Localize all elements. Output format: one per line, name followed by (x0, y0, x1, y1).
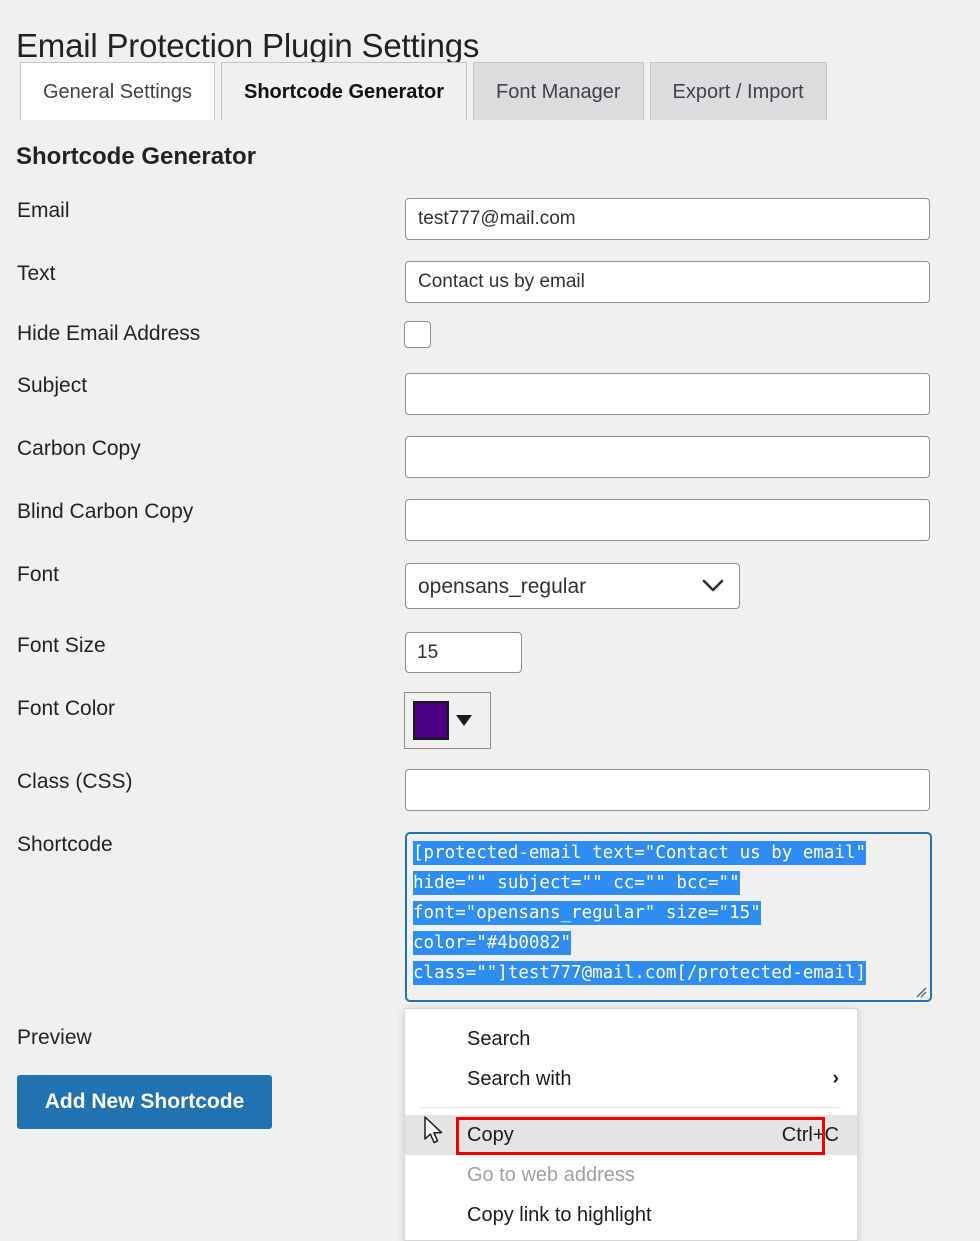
label-shortcode: Shortcode (17, 833, 113, 856)
label-class-css: Class (CSS) (17, 770, 133, 793)
carbon-copy-input[interactable] (405, 436, 930, 478)
tab-shortcode-generator-label: Shortcode Generator (243, 80, 445, 103)
settings-page: Email Protection Plugin Settings General… (0, 0, 980, 1241)
email-input[interactable] (405, 198, 930, 240)
font-color-picker[interactable] (404, 692, 491, 749)
text-input[interactable] (405, 261, 930, 303)
font-size-input[interactable] (405, 632, 522, 673)
shortcode-textarea[interactable]: [protected-email text="Contact us by ema… (405, 832, 932, 1002)
context-menu: Search Search with › Copy Ctrl+C Go to w… (404, 1008, 858, 1241)
chevron-right-icon: › (832, 1068, 839, 1089)
label-font-color: Font Color (17, 697, 116, 720)
context-menu-item-search-with-label: Search with (467, 1067, 572, 1090)
subject-input[interactable] (405, 373, 930, 415)
context-menu-item-copy-shortcut: Ctrl+C (781, 1123, 839, 1146)
context-menu-item-copy-link-to-highlight-label: Copy link to highlight (467, 1203, 652, 1226)
section-title: Shortcode Generator (16, 143, 257, 170)
shortcode-line: color="#4b0082" (413, 931, 572, 955)
add-new-shortcode-button[interactable]: Add New Shortcode (17, 1075, 272, 1129)
tab-general-settings[interactable]: General Settings (20, 62, 215, 120)
context-menu-item-copy-link-to-highlight[interactable]: Copy link to highlight (405, 1195, 857, 1235)
label-hide-email-address: Hide Email Address (17, 322, 201, 345)
font-color-swatch (415, 703, 447, 738)
label-font: Font (17, 563, 60, 586)
page-title: Email Protection Plugin Settings (16, 27, 480, 65)
context-menu-item-copy-label: Copy (467, 1123, 514, 1146)
hide-email-address-checkbox[interactable] (404, 321, 431, 348)
label-preview: Preview (17, 1026, 92, 1049)
label-text: Text (17, 262, 56, 285)
label-email: Email (17, 199, 70, 222)
tab-font-manager-label: Font Manager (496, 80, 621, 103)
tab-export-import[interactable]: Export / Import (649, 62, 827, 120)
context-menu-item-go-to-web-address: Go to web address (405, 1155, 857, 1195)
tab-shortcode-generator[interactable]: Shortcode Generator (220, 62, 468, 120)
shortcode-content: [protected-email text="Contact us by ema… (413, 838, 925, 988)
label-blind-carbon-copy: Blind Carbon Copy (17, 500, 194, 523)
caret-down-icon[interactable] (456, 715, 472, 726)
context-menu-item-search-label: Search (467, 1027, 531, 1050)
label-font-size: Font Size (17, 634, 106, 657)
context-menu-divider (421, 1107, 841, 1108)
tab-bar: General Settings Shortcode Generator Fon… (20, 62, 827, 120)
shortcode-line: font="opensans_regular" size="15" (413, 901, 761, 925)
context-menu-item-go-to-web-address-label: Go to web address (467, 1163, 635, 1186)
shortcode-line: class=""]test777@mail.com[/protected-ema… (413, 961, 867, 985)
tab-font-manager[interactable]: Font Manager (473, 62, 644, 120)
label-subject: Subject (17, 374, 88, 397)
shortcode-line: hide="" subject="" cc="" bcc="" (413, 871, 740, 895)
tab-export-import-label: Export / Import (672, 80, 804, 103)
font-select[interactable]: opensans_regular (405, 563, 740, 609)
blind-carbon-copy-input[interactable] (405, 499, 930, 541)
context-menu-item-search[interactable]: Search (405, 1019, 857, 1059)
context-menu-item-search-with[interactable]: Search with › (405, 1059, 857, 1099)
tab-general-settings-label: General Settings (43, 80, 192, 103)
class-css-input[interactable] (405, 769, 930, 811)
context-menu-item-copy[interactable]: Copy Ctrl+C (405, 1115, 857, 1155)
font-color-swatch-frame (413, 701, 449, 740)
shortcode-line: [protected-email text="Contact us by ema… (413, 841, 867, 865)
label-carbon-copy: Carbon Copy (17, 437, 141, 460)
